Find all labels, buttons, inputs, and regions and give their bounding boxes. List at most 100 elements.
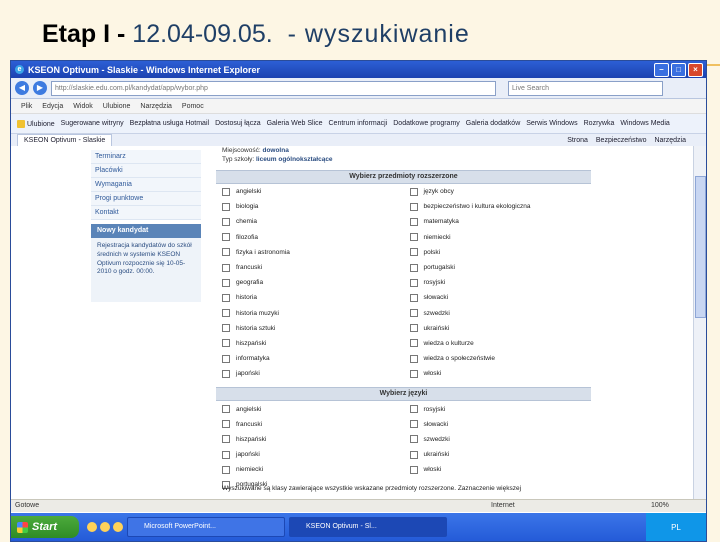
subject-option[interactable]: informatyka [216, 351, 404, 366]
checkbox[interactable] [222, 309, 230, 318]
scrollbar-thumb[interactable] [695, 176, 706, 318]
language-option[interactable]: hiszpański [216, 432, 404, 447]
subject-option[interactable]: bezpieczeństwo i kultura ekologiczna [404, 199, 592, 214]
favorite-link[interactable]: Dostosuj łącza [215, 120, 261, 127]
quick-launch-icon[interactable] [100, 522, 110, 532]
checkbox[interactable] [409, 369, 418, 378]
menu-file[interactable]: Plik [21, 103, 32, 110]
language-option[interactable]: rosyjski [404, 401, 592, 416]
language-option[interactable]: szwedzki [404, 432, 592, 447]
checkbox[interactable] [409, 202, 418, 211]
page-scrollbar[interactable] [693, 146, 706, 499]
subject-option[interactable]: wiedza o kulturze [404, 336, 592, 351]
subject-option[interactable]: hiszpański [216, 336, 404, 351]
subject-option[interactable]: portugalski [404, 260, 592, 275]
subject-option[interactable]: filozofia [216, 230, 404, 245]
sidebar-item-schedule[interactable]: Terminarz [91, 150, 201, 164]
checkbox[interactable] [222, 202, 230, 211]
search-input[interactable]: Live Search [508, 80, 663, 96]
back-arrow-icon[interactable]: ◀ [15, 81, 29, 95]
language-option[interactable]: japoński [216, 447, 404, 462]
checkbox[interactable] [222, 339, 230, 348]
checkbox[interactable] [222, 248, 230, 257]
tray-language[interactable]: PL [671, 523, 681, 532]
subject-option[interactable]: biologia [216, 199, 404, 214]
favorite-link[interactable]: Galeria Web Slice [267, 120, 323, 127]
checkbox[interactable] [222, 465, 230, 474]
checkbox[interactable] [409, 293, 418, 302]
subject-option[interactable]: szwedzki [404, 306, 592, 321]
menu-edit[interactable]: Edycja [42, 103, 63, 110]
subject-option[interactable]: angielski [216, 184, 404, 199]
checkbox[interactable] [222, 450, 230, 459]
checkbox[interactable] [409, 420, 418, 429]
language-option[interactable]: ukraiński [404, 447, 592, 462]
checkbox[interactable] [222, 369, 230, 378]
checkbox[interactable] [409, 435, 418, 444]
checkbox[interactable] [222, 187, 230, 196]
window-titlebar[interactable]: e KSEON Optivum - Slaskie - Windows Inte… [11, 61, 706, 78]
subject-option[interactable]: słowacki [404, 290, 592, 305]
checkbox[interactable] [409, 187, 418, 196]
tab-kseon[interactable]: KSEON Optivum - Slaskie [17, 134, 113, 146]
subject-option[interactable]: wiedza o społeczeństwie [404, 351, 592, 366]
checkbox[interactable] [409, 233, 418, 242]
checkbox[interactable] [409, 248, 418, 257]
subject-option[interactable]: geografia [216, 275, 404, 290]
language-option[interactable]: włoski [404, 462, 592, 477]
checkbox[interactable] [409, 465, 418, 474]
subject-option[interactable]: historia muzyki [216, 306, 404, 321]
subject-option[interactable]: ukraiński [404, 321, 592, 336]
subject-option[interactable]: japoński [216, 366, 404, 381]
subject-option[interactable]: matematyka [404, 214, 592, 229]
checkbox[interactable] [409, 278, 418, 287]
favorite-link[interactable]: Windows Media [620, 120, 669, 127]
favorite-link[interactable]: Sugerowane witryny [61, 120, 124, 127]
favorite-link[interactable]: Galeria dodatków [466, 120, 520, 127]
favorite-link[interactable]: Serwis Windows [526, 120, 577, 127]
checkbox[interactable] [222, 354, 230, 363]
task-powerpoint[interactable]: Microsoft PowerPoint... [127, 517, 285, 537]
start-button[interactable]: Start [11, 516, 79, 538]
sidebar-item-thresholds[interactable]: Progi punktowe [91, 192, 201, 206]
language-option[interactable]: francuski [216, 417, 404, 432]
checkbox[interactable] [409, 263, 418, 272]
subject-option[interactable]: fizyka i astronomia [216, 245, 404, 260]
checkbox[interactable] [409, 405, 418, 414]
safety-menu[interactable]: Bezpieczeństwo [596, 137, 647, 144]
checkbox[interactable] [222, 233, 230, 242]
checkbox[interactable] [409, 217, 418, 226]
checkbox[interactable] [409, 324, 418, 333]
checkbox[interactable] [409, 450, 418, 459]
sidebar-item-schools[interactable]: Placówki [91, 164, 201, 178]
quick-launch-icon[interactable] [113, 522, 123, 532]
checkbox[interactable] [222, 263, 230, 272]
favorites-button[interactable]: Ulubione [17, 119, 55, 128]
language-option[interactable]: angielski [216, 401, 404, 416]
checkbox[interactable] [222, 324, 230, 333]
page-menu[interactable]: Strona [567, 137, 588, 144]
tools-menu[interactable]: Narzędzia [654, 137, 686, 144]
checkbox[interactable] [222, 278, 230, 287]
close-button[interactable]: × [688, 62, 703, 77]
address-input[interactable]: http://slaskie.edu.com.pl/kandydat/app/w… [51, 80, 496, 96]
maximize-button[interactable]: □ [671, 62, 686, 77]
forward-arrow-icon[interactable]: ▶ [33, 81, 47, 95]
subject-option[interactable]: włoski [404, 366, 592, 381]
checkbox[interactable] [409, 354, 418, 363]
menu-tools[interactable]: Narzędzia [140, 103, 172, 110]
task-kseon[interactable]: KSEON Optivum - Sl... [289, 517, 447, 537]
language-option[interactable]: niemiecki [216, 462, 404, 477]
checkbox[interactable] [409, 339, 418, 348]
quick-launch-icon[interactable] [87, 522, 97, 532]
favorite-link[interactable]: Bezpłatna usługa Hotmail [130, 120, 209, 127]
checkbox[interactable] [222, 420, 230, 429]
subject-option[interactable]: francuski [216, 260, 404, 275]
favorite-link[interactable]: Centrum informacji [329, 120, 388, 127]
subject-option[interactable]: język obcy [404, 184, 592, 199]
subject-option[interactable]: chemia [216, 214, 404, 229]
checkbox[interactable] [409, 309, 418, 318]
checkbox[interactable] [222, 217, 230, 226]
sidebar-item-requirements[interactable]: Wymagania [91, 178, 201, 192]
subject-option[interactable]: rosyjski [404, 275, 592, 290]
